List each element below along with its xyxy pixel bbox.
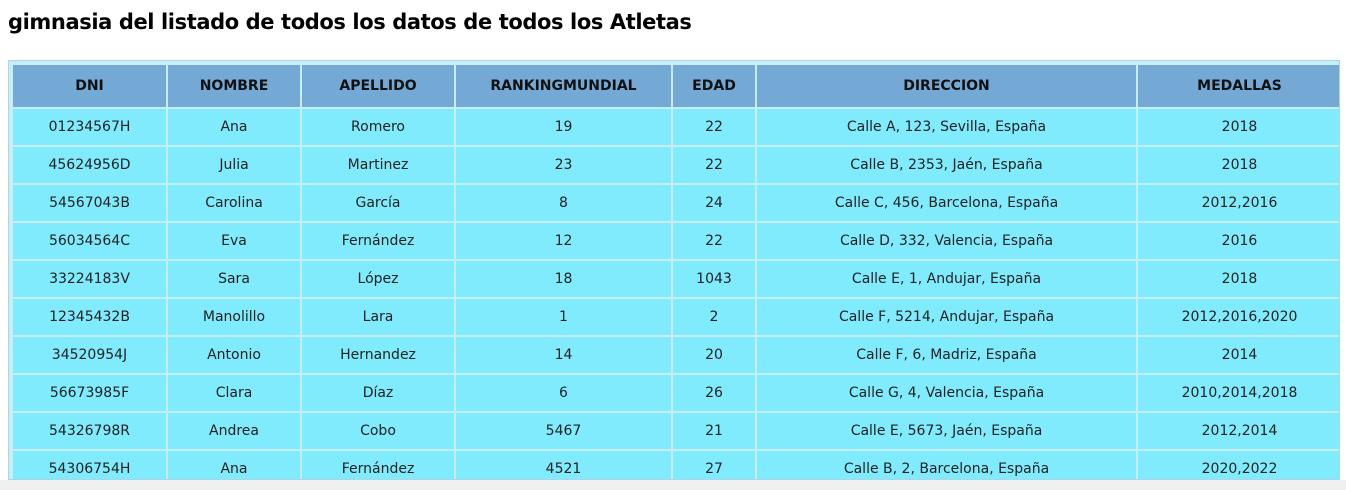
cell-dni: 34520954J (13, 337, 166, 373)
cell-apellido: Hernandez (302, 337, 454, 373)
cell-rankingmundial: 1 (456, 299, 671, 335)
cell-apellido: Díaz (302, 375, 454, 411)
cell-rankingmundial: 8 (456, 185, 671, 221)
column-header-nombre: NOMBRE (168, 65, 300, 107)
table-header-row: DNI NOMBRE APELLIDO RANKINGMUNDIAL EDAD … (13, 65, 1339, 107)
cell-edad: 2 (673, 299, 755, 335)
athletes-table: DNI NOMBRE APELLIDO RANKINGMUNDIAL EDAD … (11, 63, 1339, 479)
cell-direccion: Calle G, 4, Valencia, España (757, 375, 1136, 411)
cell-apellido: Fernández (302, 223, 454, 259)
cell-edad: 26 (673, 375, 755, 411)
cell-dni: 56673985F (13, 375, 166, 411)
table-row: 01234567H Ana Romero 19 22 Calle A, 123,… (13, 109, 1339, 145)
table-container: DNI NOMBRE APELLIDO RANKINGMUNDIAL EDAD … (8, 60, 1340, 480)
table-row: 54567043B Carolina García 8 24 Calle C, … (13, 185, 1339, 221)
cell-medallas: 2018 (1138, 147, 1339, 183)
cell-nombre: Antonio (168, 337, 300, 373)
cell-nombre: Ana (168, 451, 300, 479)
column-header-direccion: DIRECCION (757, 65, 1136, 107)
table-row: 54326798R Andrea Cobo 5467 21 Calle E, 5… (13, 413, 1339, 449)
cell-edad: 27 (673, 451, 755, 479)
cell-edad: 20 (673, 337, 755, 373)
cell-apellido: Cobo (302, 413, 454, 449)
cell-dni: 45624956D (13, 147, 166, 183)
cell-direccion: Calle F, 5214, Andujar, España (757, 299, 1136, 335)
column-header-dni: DNI (13, 65, 166, 107)
cell-direccion: Calle E, 1, Andujar, España (757, 261, 1136, 297)
cell-nombre: Manolillo (168, 299, 300, 335)
cell-rankingmundial: 4521 (456, 451, 671, 479)
cell-direccion: Calle B, 2, Barcelona, España (757, 451, 1136, 479)
cell-nombre: Clara (168, 375, 300, 411)
cell-dni: 54567043B (13, 185, 166, 221)
table-row: 56673985F Clara Díaz 6 26 Calle G, 4, Va… (13, 375, 1339, 411)
cell-rankingmundial: 14 (456, 337, 671, 373)
cell-nombre: Andrea (168, 413, 300, 449)
cell-dni: 01234567H (13, 109, 166, 145)
cell-medallas: 2010,2014,2018 (1138, 375, 1339, 411)
cell-edad: 22 (673, 223, 755, 259)
cell-medallas: 2012,2016,2020 (1138, 299, 1339, 335)
cell-medallas: 2018 (1138, 109, 1339, 145)
cell-edad: 24 (673, 185, 755, 221)
cell-edad: 22 (673, 147, 755, 183)
cell-nombre: Julia (168, 147, 300, 183)
cell-direccion: Calle D, 332, Valencia, España (757, 223, 1136, 259)
table-row: 45624956D Julia Martinez 23 22 Calle B, … (13, 147, 1339, 183)
column-header-medallas: MEDALLAS (1138, 65, 1339, 107)
cell-direccion: Calle F, 6, Madriz, España (757, 337, 1136, 373)
table-row: 54306754H Ana Fernández 4521 27 Calle B,… (13, 451, 1339, 479)
column-header-edad: EDAD (673, 65, 755, 107)
cell-rankingmundial: 19 (456, 109, 671, 145)
cell-rankingmundial: 6 (456, 375, 671, 411)
cell-medallas: 2014 (1138, 337, 1339, 373)
cell-nombre: Ana (168, 109, 300, 145)
cell-direccion: Calle C, 456, Barcelona, España (757, 185, 1136, 221)
cell-rankingmundial: 5467 (456, 413, 671, 449)
cell-medallas: 2018 (1138, 261, 1339, 297)
cell-medallas: 2012,2014 (1138, 413, 1339, 449)
cell-medallas: 2012,2016 (1138, 185, 1339, 221)
table-row: 33224183V Sara López 18 1043 Calle E, 1,… (13, 261, 1339, 297)
page-title: gimnasia del listado de todos los datos … (8, 10, 692, 34)
cell-medallas: 2016 (1138, 223, 1339, 259)
cell-edad: 21 (673, 413, 755, 449)
cell-nombre: Carolina (168, 185, 300, 221)
cell-apellido: Fernández (302, 451, 454, 479)
column-header-apellido: APELLIDO (302, 65, 454, 107)
column-header-rankingmundial: RANKINGMUNDIAL (456, 65, 671, 107)
cell-edad: 1043 (673, 261, 755, 297)
cell-rankingmundial: 23 (456, 147, 671, 183)
cell-apellido: López (302, 261, 454, 297)
cell-dni: 56034564C (13, 223, 166, 259)
cell-rankingmundial: 12 (456, 223, 671, 259)
cell-direccion: Calle E, 5673, Jaén, España (757, 413, 1136, 449)
cell-nombre: Eva (168, 223, 300, 259)
page: gimnasia del listado de todos los datos … (0, 0, 1346, 490)
cell-apellido: Lara (302, 299, 454, 335)
page-bottom-strip (0, 480, 1346, 490)
cell-dni: 33224183V (13, 261, 166, 297)
cell-rankingmundial: 18 (456, 261, 671, 297)
cell-apellido: García (302, 185, 454, 221)
cell-medallas: 2020,2022 (1138, 451, 1339, 479)
cell-apellido: Romero (302, 109, 454, 145)
cell-dni: 54326798R (13, 413, 166, 449)
table-row: 12345432B Manolillo Lara 1 2 Calle F, 52… (13, 299, 1339, 335)
cell-edad: 22 (673, 109, 755, 145)
cell-direccion: Calle B, 2353, Jaén, España (757, 147, 1136, 183)
table-row: 56034564C Eva Fernández 12 22 Calle D, 3… (13, 223, 1339, 259)
cell-direccion: Calle A, 123, Sevilla, España (757, 109, 1136, 145)
table-row: 34520954J Antonio Hernandez 14 20 Calle … (13, 337, 1339, 373)
cell-nombre: Sara (168, 261, 300, 297)
cell-dni: 54306754H (13, 451, 166, 479)
cell-apellido: Martinez (302, 147, 454, 183)
cell-dni: 12345432B (13, 299, 166, 335)
